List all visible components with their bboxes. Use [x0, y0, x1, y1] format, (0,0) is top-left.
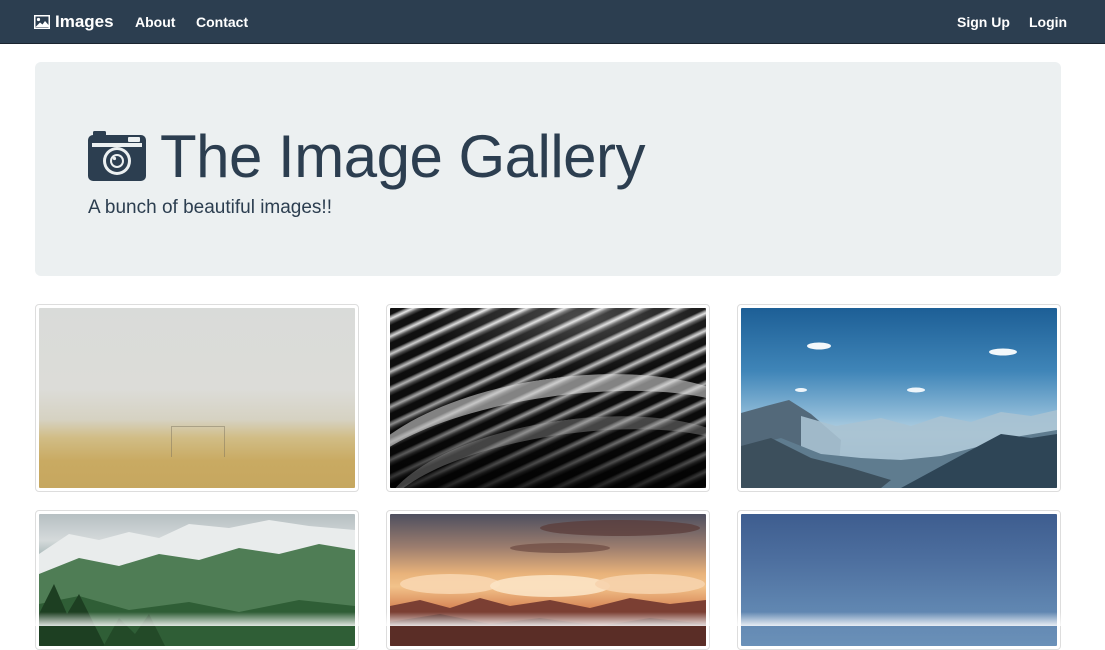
navbar: Images About Contact Sign Up Login	[0, 0, 1105, 44]
gallery-image-mountain-valley[interactable]	[741, 308, 1057, 488]
page-title: The Image Gallery	[88, 123, 646, 190]
gallery-thumbnail[interactable]	[35, 304, 359, 492]
gallery-thumbnail[interactable]	[35, 510, 359, 650]
nav-about-link[interactable]: About	[135, 0, 175, 44]
gallery-image-architecture[interactable]	[390, 308, 706, 488]
page-title-text: The Image Gallery	[160, 123, 646, 190]
gallery-thumbnail[interactable]	[737, 304, 1061, 492]
image-icon	[34, 15, 50, 29]
gallery-image-blue-sky[interactable]	[741, 514, 1057, 646]
nav-signup-link[interactable]: Sign Up	[957, 0, 1010, 44]
gallery-image-green-mountains[interactable]	[39, 514, 355, 646]
nav-contact-link[interactable]: Contact	[196, 0, 248, 44]
gallery-thumbnail[interactable]	[386, 304, 710, 492]
page-subtitle: A bunch of beautiful images!!	[88, 197, 332, 218]
gallery-image-sunset-clouds[interactable]	[390, 514, 706, 646]
gallery-image-foggy-field[interactable]	[39, 308, 355, 488]
gallery-thumbnail[interactable]	[737, 510, 1061, 650]
nav-login-link[interactable]: Login	[1029, 0, 1067, 44]
camera-icon	[88, 131, 146, 181]
jumbotron: The Image Gallery A bunch of beautiful i…	[35, 62, 1061, 276]
gallery-thumbnail[interactable]	[386, 510, 710, 650]
brand-link[interactable]: Images	[34, 0, 114, 44]
brand-label: Images	[55, 12, 114, 31]
